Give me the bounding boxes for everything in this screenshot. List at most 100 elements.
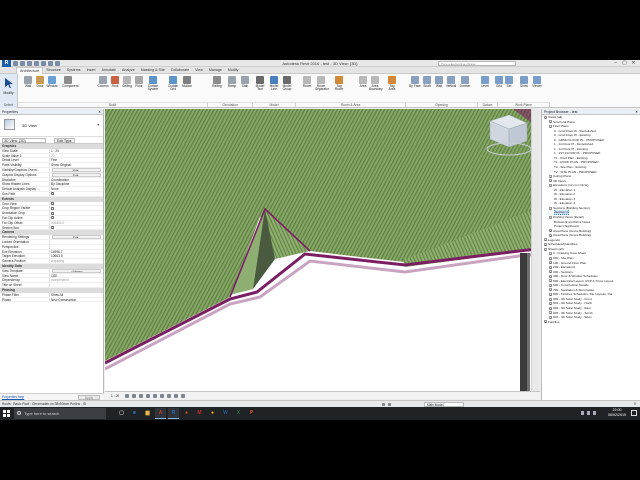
ribbon-tool-window[interactable]: Window (46, 76, 58, 96)
properties-help-link[interactable]: Properties help (2, 395, 24, 399)
collapse-icon[interactable]: - (549, 215, 552, 219)
ribbon-tab[interactable]: Massing & Site (138, 67, 168, 74)
wall-block[interactable] (520, 253, 527, 391)
ribbon-tab[interactable]: Collaborate (168, 67, 192, 74)
vertical-scrollbar[interactable] (531, 109, 540, 391)
ribbon-tool-by-face[interactable]: By Face (409, 76, 421, 96)
taskbar-app-icon[interactable]: W (220, 408, 231, 419)
edit-type-button[interactable]: Edit Type (54, 137, 75, 143)
property-edit-button[interactable]: Edit... (52, 172, 101, 177)
collapse-icon[interactable]: - (549, 206, 552, 210)
shadows-icon[interactable] (146, 393, 151, 398)
property-value[interactable]: New Construction (50, 298, 103, 302)
ribbon-tab[interactable]: Systems (64, 67, 84, 74)
expand-icon[interactable]: + (549, 252, 552, 255)
volume-icon[interactable] (587, 411, 590, 415)
windows-start-icon[interactable] (3, 410, 10, 417)
property-value[interactable]: Coordination (50, 178, 103, 182)
notification-icon[interactable] (631, 410, 637, 416)
ribbon-tool-model-group[interactable]: Model Group (281, 76, 293, 96)
expand-icon[interactable]: + (549, 174, 552, 178)
expand-icon[interactable]: + (549, 256, 552, 260)
crop-icon[interactable] (160, 393, 165, 398)
property-checkbox[interactable] (50, 206, 103, 210)
ribbon-tool-mullion[interactable]: Mullion (181, 76, 193, 96)
taskbar-clock[interactable]: 22:00 06/02/2019 (608, 408, 626, 418)
ribbon-tool-show[interactable]: Show (518, 76, 530, 96)
expand-icon[interactable]: + (549, 306, 552, 310)
ribbon-tool-tag-area[interactable]: Tag Area (386, 76, 398, 96)
ribbon-tool-room-separator[interactable]: Room Separator (315, 76, 329, 96)
taskbar-search-input[interactable]: Type here to search (14, 408, 106, 419)
ribbon-tab[interactable]: Annotate (99, 67, 119, 74)
property-checkbox[interactable] (50, 192, 103, 196)
collapse-icon[interactable]: - (549, 183, 552, 187)
property-value[interactable]: Show All (50, 293, 103, 297)
taskbar-app-icon[interactable]: P (246, 408, 257, 419)
ribbon-tool-model-line[interactable]: Model Line (268, 76, 280, 96)
ribbon-tool-viewer[interactable]: Viewer (531, 76, 543, 96)
expand-icon[interactable]: + (549, 283, 552, 287)
expand-icon[interactable]: + (549, 179, 552, 183)
property-value[interactable]: {3D} (50, 274, 103, 278)
ribbon-tab[interactable]: Modify (225, 67, 242, 74)
close-icon[interactable]: ✕ (629, 60, 638, 67)
lock-icon[interactable] (174, 393, 179, 398)
taskbar-app-icon[interactable]: e (129, 408, 140, 419)
expand-icon[interactable]: + (549, 120, 552, 124)
taskbar-app-icon[interactable]: X (233, 408, 244, 419)
ribbon-tool-wall[interactable]: Wall (433, 76, 445, 96)
collapse-icon[interactable]: - (544, 247, 547, 251)
expand-icon[interactable]: + (549, 261, 552, 265)
taskbar-app-icon[interactable]: ● (207, 408, 218, 419)
ribbon-tool-room[interactable]: Room (301, 76, 313, 96)
property-edit-button[interactable]: Edit... (52, 167, 101, 172)
render-icon[interactable] (153, 393, 158, 398)
property-checkbox[interactable] (50, 211, 103, 215)
chevron-down-icon[interactable]: ▼ (97, 123, 100, 127)
ribbon-tool-level[interactable]: Level (479, 76, 491, 96)
sun-path-icon[interactable] (139, 393, 144, 398)
battery-icon[interactable] (593, 411, 596, 415)
property-value[interactable]: 10663.5 (50, 254, 103, 258)
taskbar-app-icon[interactable]: R (168, 408, 179, 419)
ribbon-tool-set[interactable]: Set (503, 76, 515, 96)
property-value[interactable]: Fine (50, 158, 103, 162)
taskbar-app-icon[interactable]: A (155, 408, 166, 419)
property-checkbox[interactable] (50, 216, 103, 220)
type-selector[interactable]: 3D View ▼ (0, 115, 103, 137)
visual-style-icon[interactable] (132, 393, 137, 398)
modify-button[interactable]: Modify Select (0, 74, 18, 108)
minimize-icon[interactable]: – (611, 60, 620, 67)
ribbon-tool-roof[interactable]: Roof (109, 76, 121, 96)
expand-icon[interactable]: + (549, 293, 552, 296)
expand-icon[interactable]: + (549, 270, 552, 274)
taskbar-app-icon[interactable]: ▆ (142, 408, 153, 419)
property-edit-button[interactable]: <None> (52, 268, 101, 273)
view-scale-label[interactable]: 1 : 20 (111, 394, 119, 398)
expand-icon[interactable]: + (549, 265, 552, 269)
ribbon-tool-model-text[interactable]: Model Text (254, 76, 266, 96)
expand-icon[interactable]: + (549, 279, 552, 283)
ribbon-tool-area[interactable]: Area (357, 76, 369, 96)
ribbon-tool-shaft[interactable]: Shaft (421, 76, 433, 96)
ribbon-tab[interactable]: View (192, 67, 206, 74)
network-icon[interactable] (581, 411, 584, 415)
ribbon-tab[interactable]: Structure (43, 67, 64, 74)
selection-filter-count[interactable]: 0 (634, 402, 636, 406)
expand-icon[interactable]: + (549, 233, 552, 237)
ribbon-tool-railing[interactable]: Railing (211, 76, 223, 96)
ribbon-tool-stair[interactable]: Stair (239, 76, 251, 96)
ribbon-tool-floor[interactable]: Floor (133, 76, 145, 96)
checkbox-icon[interactable] (51, 211, 54, 215)
ribbon-tool-dormer[interactable]: Dormer (459, 76, 471, 96)
taskbar-app-icon[interactable]: ▢ (116, 408, 127, 419)
property-value[interactable] (50, 283, 103, 287)
expand-icon[interactable]: + (549, 274, 552, 278)
expand-icon[interactable]: + (549, 311, 552, 315)
checkbox-icon[interactable] (51, 206, 54, 210)
ribbon-tool-tag-room[interactable]: Tag Room (333, 76, 345, 96)
taskbar-app-icon[interactable]: M (194, 408, 205, 419)
ribbon-tool-ramp[interactable]: Ramp (226, 76, 238, 96)
expand-icon[interactable]: + (549, 229, 552, 233)
